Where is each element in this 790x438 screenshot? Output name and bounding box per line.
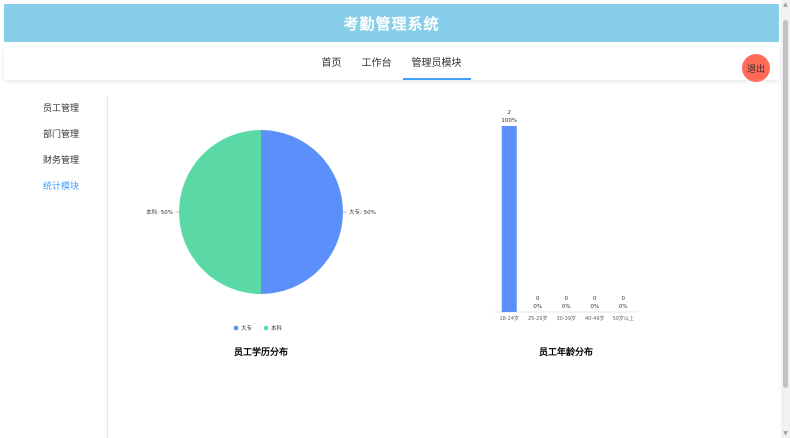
bar-percent-label: 0% [590, 304, 599, 310]
x-tick-label: 50岁以上 [613, 315, 634, 322]
top-navbar: 首页 工作台 管理员模块 退出 [4, 48, 779, 82]
sidebar-item-finance-management[interactable]: 财务管理 [4, 148, 107, 174]
app-title: 考勤管理系统 [343, 14, 440, 33]
bar-percent-label: 0% [533, 304, 542, 310]
age-chart-title: 员工年龄分布 [538, 348, 593, 358]
app-header: 考勤管理系统 [4, 4, 779, 42]
bar-value-label: 0 [536, 296, 540, 302]
pie-slice [261, 130, 343, 294]
education-pie-chart: 大专: 50% 本科: 50% 大专 本科 [146, 130, 376, 332]
legend-label: 本科 [271, 324, 283, 332]
bar-percent-label: 0% [562, 304, 571, 310]
logout-button[interactable]: 退出 [742, 54, 770, 82]
sidebar-item-employee-management[interactable]: 员工管理 [4, 96, 107, 122]
bar-value-label: 2 [508, 110, 512, 116]
bar-value-label: 0 [565, 296, 569, 302]
bar [501, 126, 517, 312]
sidebar-menu: 员工管理 部门管理 财务管理 统计模块 [4, 96, 108, 438]
sidebar-item-department-management[interactable]: 部门管理 [4, 122, 107, 148]
pie-slice-label: 本科: 50% [146, 208, 173, 216]
tab-workbench[interactable]: 工作台 [353, 48, 401, 80]
legend-marker-icon [233, 325, 239, 331]
x-tick-label: 30-39岁 [556, 315, 576, 322]
x-tick-label: 25-29岁 [528, 315, 548, 322]
nav-tabs: 首页 工作台 管理员模块 [4, 48, 779, 80]
x-tick-label: 18-24岁 [499, 315, 519, 322]
scrollbar-thumb[interactable] [783, 20, 788, 388]
bar-value-label: 0 [622, 296, 626, 302]
age-bar-chart: 2 100% 18-24岁 0 0% 25-29岁 0 0% 30-39岁 0 0% 40-49岁 0 0… [495, 110, 638, 322]
legend-label: 大专 [241, 324, 253, 332]
pie-slice [179, 130, 261, 294]
tab-home[interactable]: 首页 [313, 48, 351, 80]
x-tick-label: 40-49岁 [585, 315, 605, 322]
education-chart-title: 员工学历分布 [233, 348, 288, 358]
sidebar-item-statistics-module[interactable]: 统计模块 [4, 174, 107, 200]
bar-value-label: 0 [593, 296, 597, 302]
tab-admin-module[interactable]: 管理员模块 [402, 48, 471, 80]
scroll-down-icon[interactable]: ▼ [781, 429, 790, 438]
pie-slice-label: 大专: 50% [349, 208, 376, 216]
legend-marker-icon [263, 325, 269, 331]
bar-percent-label: 100% [501, 118, 517, 124]
bar-percent-label: 0% [619, 304, 628, 310]
scroll-up-icon[interactable]: ▲ [781, 0, 790, 9]
